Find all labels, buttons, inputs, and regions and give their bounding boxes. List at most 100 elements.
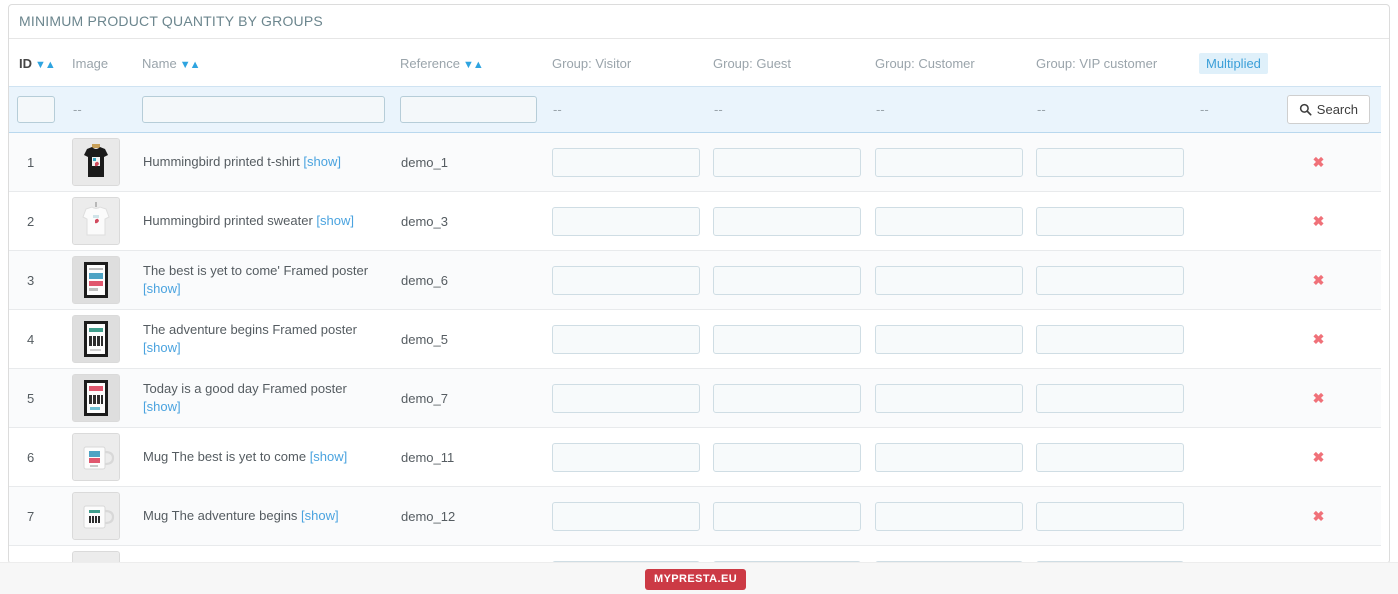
group-guest-input[interactable]	[713, 442, 861, 472]
delete-icon[interactable]: ✖	[1313, 272, 1325, 288]
product-name: Hummingbird printed t-shirt	[143, 154, 300, 169]
row-id: 1	[9, 132, 64, 192]
table-row: 1 Hummingbird printed t-shirt [show] demo_…	[9, 132, 1381, 192]
sort-desc-icon[interactable]: ▼	[35, 59, 46, 71]
group-customer-input[interactable]	[875, 324, 1023, 354]
sort-desc-icon[interactable]: ▼	[180, 59, 191, 71]
filter-name-input[interactable]	[142, 96, 385, 123]
group-vip-input[interactable]	[1036, 383, 1184, 413]
show-product-link[interactable]: [show]	[316, 213, 354, 228]
row-group-customer-input-cell	[867, 250, 1028, 310]
delete-icon[interactable]: ✖	[1313, 449, 1325, 465]
table-row: 7 Mug The adventure begins [show] demo_12 ✖	[9, 486, 1381, 546]
group-vip-input[interactable]	[1036, 501, 1184, 531]
group-guest-input[interactable]	[713, 206, 861, 236]
group-vip-input[interactable]	[1036, 442, 1184, 472]
row-multiplied-cell	[1191, 191, 1256, 251]
group-visitor-input[interactable]	[552, 265, 700, 295]
row-reference: demo_1	[392, 132, 544, 192]
delete-icon[interactable]: ✖	[1313, 331, 1325, 347]
group-vip-input[interactable]	[1036, 265, 1184, 295]
row-group-customer-input-cell	[867, 486, 1028, 546]
product-thumbnail	[72, 138, 120, 186]
column-header-name[interactable]: Name ▼▲	[134, 39, 392, 87]
group-customer-input[interactable]	[875, 501, 1023, 531]
sort-desc-icon[interactable]: ▼	[463, 59, 474, 71]
row-group-customer-input-cell	[867, 132, 1028, 192]
row-group-guest-input-cell	[705, 368, 867, 428]
sort-asc-icon[interactable]: ▲	[473, 59, 484, 71]
delete-icon[interactable]: ✖	[1313, 390, 1325, 406]
row-name-cell: Today is a good day Framed poster [show]	[134, 368, 392, 428]
row-actions-cell: ✖	[1256, 486, 1381, 546]
delete-icon[interactable]: ✖	[1313, 213, 1325, 229]
column-header-reference[interactable]: Reference ▼▲	[392, 39, 544, 87]
group-vip-input[interactable]	[1036, 206, 1184, 236]
row-name-cell: Mug The adventure begins [show]	[134, 486, 392, 546]
sort-arrows-name[interactable]: ▼▲	[180, 59, 201, 71]
row-multiplied-cell	[1191, 132, 1256, 192]
filter-cell-group-guest: --	[705, 86, 867, 133]
mypresta-badge[interactable]: MYPRESTA.EU	[645, 569, 747, 590]
filter-row: -- -- -- -- -- -- Search	[9, 86, 1381, 133]
column-header-id-label: ID	[19, 56, 32, 71]
row-id: 6	[9, 427, 64, 487]
group-vip-input[interactable]	[1036, 147, 1184, 177]
row-reference: demo_12	[392, 486, 544, 546]
row-group-vip-input-cell	[1028, 427, 1191, 487]
group-visitor-input[interactable]	[552, 147, 700, 177]
column-header-multiplied: Multiplied	[1191, 39, 1268, 87]
column-header-id[interactable]: ID ▼▲	[9, 39, 64, 87]
group-guest-input[interactable]	[713, 147, 861, 177]
group-visitor-input[interactable]	[552, 383, 700, 413]
show-product-link[interactable]: [show]	[143, 399, 181, 414]
group-guest-input[interactable]	[713, 501, 861, 531]
delete-icon[interactable]: ✖	[1313, 154, 1325, 170]
group-visitor-input[interactable]	[552, 324, 700, 354]
group-vip-input[interactable]	[1036, 324, 1184, 354]
column-header-actions	[1256, 39, 1381, 87]
search-button-label: Search	[1316, 102, 1358, 117]
row-multiplied-cell	[1191, 486, 1256, 546]
row-group-vip-input-cell	[1028, 191, 1191, 251]
filter-reference-input[interactable]	[400, 96, 537, 123]
row-group-guest-input-cell	[705, 309, 867, 369]
row-group-vip-input-cell	[1028, 132, 1191, 192]
group-customer-input[interactable]	[875, 265, 1023, 295]
row-group-customer-input-cell	[867, 368, 1028, 428]
group-visitor-input[interactable]	[552, 501, 700, 531]
row-actions-cell: ✖	[1256, 368, 1381, 428]
row-reference: demo_11	[392, 427, 544, 487]
show-product-link[interactable]: [show]	[310, 449, 348, 464]
sort-asc-icon[interactable]: ▲	[190, 59, 201, 71]
filter-id-input[interactable]	[17, 96, 55, 123]
row-multiplied-cell	[1191, 309, 1256, 369]
product-name: The adventure begins Framed poster	[143, 322, 357, 337]
group-customer-input[interactable]	[875, 206, 1023, 236]
delete-icon[interactable]: ✖	[1313, 508, 1325, 524]
sort-arrows-reference[interactable]: ▼▲	[463, 59, 484, 71]
show-product-link[interactable]: [show]	[143, 281, 181, 296]
sort-arrows-id[interactable]: ▼▲	[35, 59, 56, 71]
show-product-link[interactable]: [show]	[143, 340, 181, 355]
table-row: 4 The adventure begins Framed poster [sho…	[9, 309, 1381, 369]
group-visitor-input[interactable]	[552, 206, 700, 236]
table-scroll-area[interactable]: ID ▼▲ Image Name ▼▲ Reference ▼▲ Group: Vis…	[9, 39, 1389, 563]
row-reference: demo_6	[392, 250, 544, 310]
row-group-guest-input-cell	[705, 486, 867, 546]
group-customer-input[interactable]	[875, 442, 1023, 472]
group-guest-input[interactable]	[713, 324, 861, 354]
row-group-customer-input-cell	[867, 427, 1028, 487]
group-guest-input[interactable]	[713, 265, 861, 295]
product-thumbnail	[72, 492, 120, 540]
sort-asc-icon[interactable]: ▲	[45, 59, 56, 71]
group-customer-input[interactable]	[875, 383, 1023, 413]
group-visitor-input[interactable]	[552, 442, 700, 472]
group-guest-input[interactable]	[713, 383, 861, 413]
table-header: ID ▼▲ Image Name ▼▲ Reference ▼▲ Group: Vis…	[9, 39, 1381, 87]
search-button[interactable]: Search	[1286, 95, 1370, 124]
group-customer-input[interactable]	[875, 147, 1023, 177]
show-product-link[interactable]: [show]	[301, 508, 339, 523]
row-actions-cell: ✖	[1256, 309, 1381, 369]
show-product-link[interactable]: [show]	[303, 154, 341, 169]
